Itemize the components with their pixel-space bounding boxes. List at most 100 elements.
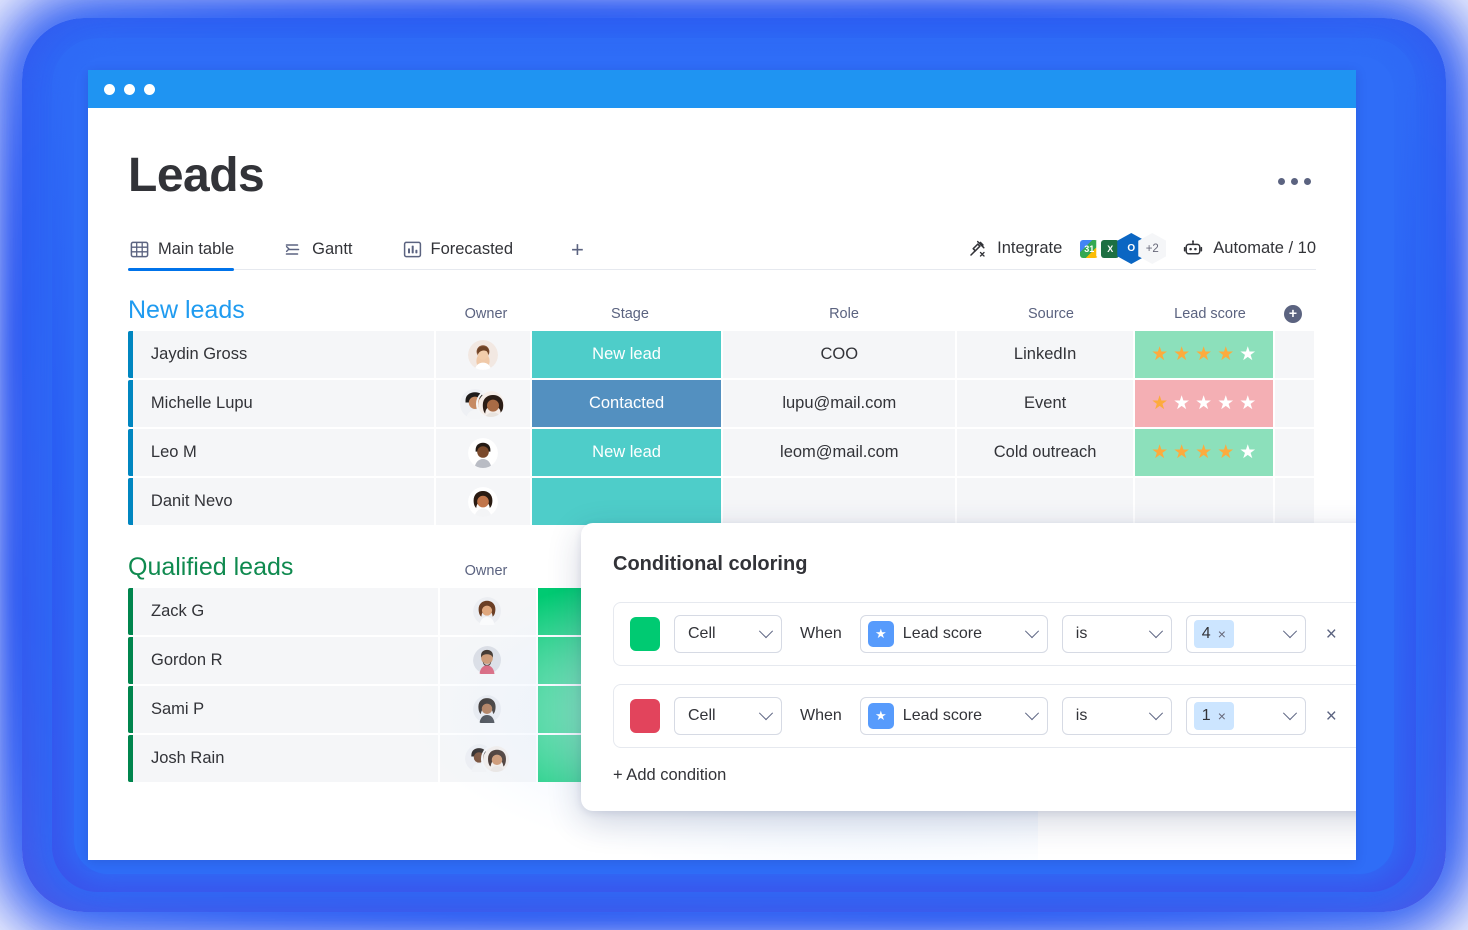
condition-row: Cell When ★ Lead score is — [613, 602, 1356, 666]
window-dot-minimize[interactable] — [124, 83, 135, 95]
row-role[interactable]: lupu@mail.com — [723, 380, 956, 427]
condition-operator-select[interactable]: is — [1061, 697, 1172, 735]
robot-icon — [1182, 238, 1204, 260]
condition-column-value: Lead score — [902, 625, 982, 642]
row-owner[interactable] — [435, 429, 531, 476]
column-header-lead-score: Lead score — [1174, 306, 1246, 322]
row-owner[interactable] — [440, 637, 536, 684]
condition-column-select[interactable]: ★ Lead score — [859, 697, 1048, 735]
condition-target-value: Cell — [688, 707, 716, 724]
row-name[interactable]: Zack G — [133, 588, 438, 635]
row-name[interactable]: Jaydin Gross — [132, 331, 434, 378]
row-role[interactable]: COO — [723, 331, 956, 378]
condition-target-select[interactable]: Cell — [674, 697, 782, 735]
condition-color-swatch[interactable] — [630, 617, 660, 651]
row-lead-score[interactable]: ★ ★ ★ ★ ★ — [1134, 380, 1273, 427]
integrate-label: Integrate — [997, 239, 1063, 257]
integrations-overflow-count[interactable]: +2 — [1138, 233, 1167, 264]
condition-value-select[interactable]: 1 × — [1185, 697, 1306, 735]
remove-condition-button[interactable]: × — [1326, 707, 1337, 726]
window-dot-maximize[interactable] — [144, 83, 155, 95]
condition-value-select[interactable]: 4 × — [1185, 615, 1306, 653]
row-owner[interactable] — [440, 686, 536, 733]
tab-gantt[interactable]: Gantt — [282, 230, 366, 270]
kebab-dot — [1278, 178, 1285, 185]
row-stage[interactable]: New lead — [532, 429, 722, 476]
condition-operator-select[interactable]: is — [1061, 615, 1172, 653]
row-role[interactable] — [723, 478, 956, 525]
row-owner[interactable] — [440, 588, 536, 635]
row-owner[interactable] — [440, 735, 536, 782]
avatar — [473, 645, 503, 676]
integrate-button[interactable]: Integrate 31 X O +2 — [967, 233, 1167, 264]
table-row[interactable]: Danit Nevo — [128, 478, 1316, 525]
gantt-icon — [284, 240, 303, 259]
tab-forecasted[interactable]: Forecasted — [401, 230, 528, 270]
automate-label: Automate / 10 — [1213, 239, 1316, 257]
automate-button[interactable]: Automate / 10 — [1182, 238, 1316, 260]
browser-window: Leads Main table Gantt Forecasted + Inte… — [88, 70, 1356, 860]
window-titlebar — [88, 70, 1356, 108]
row-lead-score[interactable] — [1134, 478, 1273, 525]
star-icon: ★ — [867, 703, 894, 729]
condition-column-value: Lead score — [902, 707, 982, 724]
star-rating: ★ ★ ★ ★ ★ — [1151, 393, 1257, 414]
row-name[interactable]: Leo M — [132, 429, 434, 476]
tab-label: Forecasted — [430, 240, 514, 258]
add-view-button[interactable]: + — [561, 238, 594, 261]
row-name[interactable]: Danit Nevo — [132, 478, 434, 525]
avatar — [475, 388, 506, 419]
row-name[interactable]: Sami P — [133, 686, 438, 733]
row-owner[interactable] — [435, 380, 531, 427]
condition-column-select[interactable]: ★ Lead score — [859, 615, 1048, 653]
condition-target-select[interactable]: Cell — [674, 615, 782, 653]
row-stage[interactable] — [532, 478, 722, 525]
more-options-button[interactable] — [1278, 178, 1311, 185]
tab-main-table[interactable]: Main table — [128, 230, 248, 271]
remove-value-icon[interactable]: × — [1218, 626, 1226, 642]
condition-color-swatch[interactable] — [630, 699, 660, 733]
row-source[interactable]: LinkedIn — [957, 331, 1133, 378]
view-tabs: Main table Gantt Forecasted + — [128, 230, 594, 271]
avatar — [467, 486, 498, 517]
row-end-spacer — [1274, 478, 1314, 525]
row-role[interactable]: leom@mail.com — [723, 429, 956, 476]
condition-target-value: Cell — [688, 625, 716, 642]
row-name[interactable]: Michelle Lupu — [132, 380, 434, 427]
star-rating: ★ ★ ★ ★ ★ — [1151, 344, 1257, 365]
integration-avatars[interactable]: 31 X O +2 — [1075, 233, 1167, 264]
row-owner[interactable] — [435, 331, 531, 378]
chevron-down-icon — [1282, 706, 1297, 721]
group-new-leads: New leads Owner Stage Role Source Lead s… — [128, 298, 1316, 525]
condition-operator-value: is — [1075, 707, 1088, 724]
remove-condition-button[interactable]: × — [1326, 625, 1337, 644]
row-name[interactable]: Josh Rain — [133, 735, 438, 782]
row-name[interactable]: Gordon R — [133, 637, 438, 684]
table-row[interactable]: Leo M New lead leom@mail.com Cold outrea… — [128, 429, 1316, 476]
table-row[interactable]: Michelle Lupu Contacted lupu@mail.com Ev… — [128, 380, 1316, 427]
row-owner[interactable] — [435, 478, 531, 525]
avatar — [467, 437, 498, 468]
row-end-spacer — [1274, 429, 1314, 476]
row-lead-score[interactable]: ★ ★ ★ ★ ★ — [1134, 331, 1273, 378]
conditional-coloring-panel: Conditional coloring Cell When ★ Lead sc… — [581, 523, 1356, 811]
kebab-dot — [1304, 178, 1311, 185]
row-lead-score[interactable]: ★ ★ ★ ★ ★ — [1134, 429, 1273, 476]
chevron-down-icon — [1282, 624, 1297, 639]
add-column-button[interactable]: + — [1284, 305, 1302, 323]
table-grid-icon — [130, 240, 149, 259]
row-source[interactable] — [957, 478, 1133, 525]
avatar — [473, 596, 503, 627]
window-dot-close[interactable] — [104, 83, 115, 95]
table-row[interactable]: Jaydin Gross New lead COO LinkedIn ★ ★ ★… — [128, 331, 1316, 378]
remove-value-icon[interactable]: × — [1218, 708, 1226, 724]
condition-value-chip[interactable]: 4 × — [1193, 620, 1234, 648]
board-content: Leads Main table Gantt Forecasted + Inte… — [88, 108, 1356, 860]
add-condition-button[interactable]: + Add condition — [613, 766, 1356, 785]
row-stage[interactable]: Contacted — [532, 380, 722, 427]
row-source[interactable]: Cold outreach — [957, 429, 1133, 476]
chevron-down-icon — [758, 706, 774, 721]
row-stage[interactable]: New lead — [532, 331, 722, 378]
condition-value-chip[interactable]: 1 × — [1193, 702, 1234, 730]
row-source[interactable]: Event — [957, 380, 1133, 427]
